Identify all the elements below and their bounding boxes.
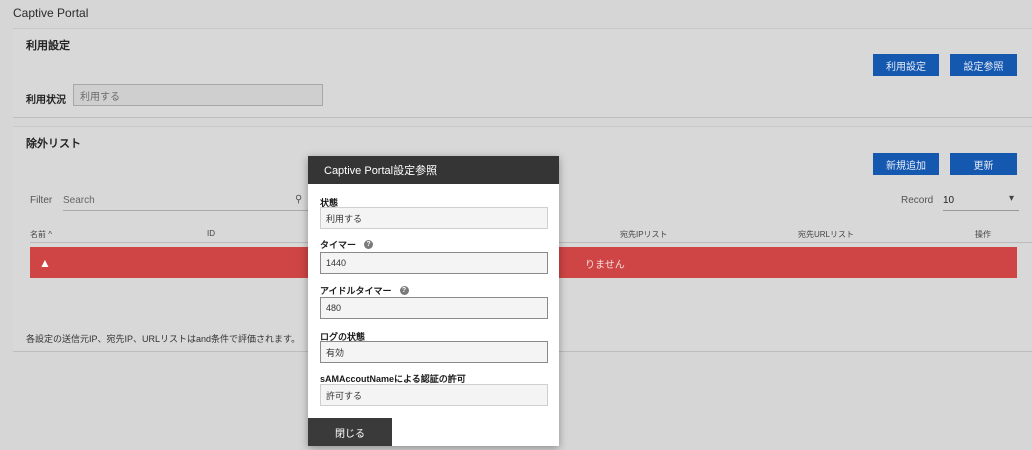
help-icon[interactable]: ?	[364, 240, 374, 249]
column-name[interactable]: 名前 ^	[30, 229, 52, 240]
modal-field-samaccountname: 許可する	[320, 384, 548, 406]
modal-field-label-timer: タイマー?	[320, 238, 374, 251]
usage-settings-button[interactable]: 利用設定	[873, 54, 939, 76]
usage-status-field: 利用する	[73, 84, 323, 106]
column-dest-url[interactable]: 宛先URLリスト	[798, 229, 854, 240]
exclude-list-heading: 除外リスト	[26, 138, 81, 150]
add-new-button[interactable]: 新規追加	[873, 153, 939, 175]
modal-field-idle-timer: 480	[320, 297, 548, 319]
usage-settings-heading: 利用設定	[26, 40, 70, 52]
modal-title: Captive Portal設定参照	[308, 156, 559, 184]
view-settings-button[interactable]: 設定参照	[950, 54, 1017, 76]
help-icon[interactable]: ?	[399, 286, 409, 295]
modal-field-timer: 1440	[320, 252, 548, 274]
search-icon[interactable]: ⚲	[295, 194, 302, 205]
update-button[interactable]: 更新	[950, 153, 1017, 175]
filter-label: Filter	[30, 195, 53, 206]
modal-field-label-idle-timer: アイドルタイマー?	[320, 284, 409, 297]
page-title: Captive Portal	[13, 6, 89, 20]
modal-field-status: 利用する	[320, 207, 548, 229]
warning-icon: ▲	[39, 256, 51, 270]
column-id[interactable]: ID	[207, 229, 215, 238]
column-dest-ip[interactable]: 宛先IPリスト	[620, 229, 668, 240]
alert-text: りません	[585, 260, 625, 271]
footnote: 各設定の送信元IP、宛先IP、URLリストはand条件で評価されます。	[26, 334, 301, 344]
close-button[interactable]: 閉じる	[308, 418, 392, 446]
usage-status-label: 利用状況	[26, 95, 66, 106]
column-operations: 操作	[975, 230, 991, 239]
chevron-down-icon[interactable]: ▾	[1009, 193, 1014, 204]
record-underline	[943, 210, 1019, 211]
usage-settings-panel: 利用設定 利用設定 設定参照 利用状況 利用する	[13, 28, 1032, 118]
modal-field-log-status: 有効	[320, 341, 548, 363]
settings-view-modal: Captive Portal設定参照 状態 利用する タイマー? 1440 アイ…	[308, 156, 559, 446]
search-underline	[63, 210, 308, 211]
record-label: Record	[901, 195, 934, 206]
search-input[interactable]: Search	[63, 195, 95, 206]
record-select[interactable]: 10	[943, 195, 954, 206]
